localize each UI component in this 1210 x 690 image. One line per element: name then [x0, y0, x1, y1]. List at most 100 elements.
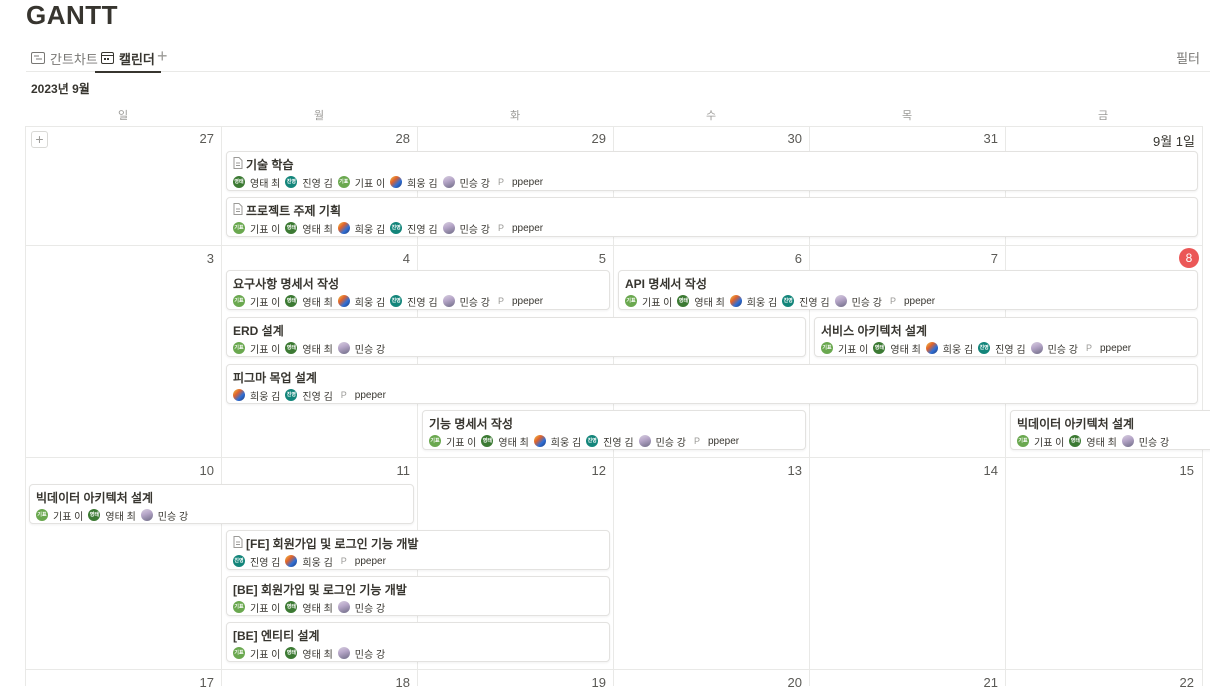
- avatar: [834, 295, 847, 307]
- assignee: Pppeper: [1083, 342, 1131, 354]
- assignee-name: ppeper: [903, 295, 936, 307]
- assignee: 영태 영태 최: [285, 294, 333, 309]
- assignee: 희웅 김: [390, 175, 438, 190]
- timeline-icon: [31, 52, 45, 64]
- assignee-list: 희웅 김 진영 진영 김 Pppeper: [233, 388, 1191, 403]
- day-number: 27: [199, 131, 214, 146]
- event-title-text: 요구사항 명세서 작성: [233, 276, 340, 291]
- event-card[interactable]: API 명세서 작성기표 기표 이 영태 영태 최 희웅 김 진영 진영 김 민승 강 Pppe…: [618, 270, 1198, 310]
- day-number: 10: [199, 463, 214, 478]
- assignee-list: 기표 기표 이 영태 영태 최 희웅 김 진영 진영 김 민승 강 Pppeper: [625, 294, 1191, 309]
- avatar: [140, 509, 153, 521]
- event-card[interactable]: [BE] 엔티티 설계 기표 기표 이 영태 영태 최 민승 강: [226, 622, 610, 662]
- weekday-label: 금: [1097, 110, 1109, 122]
- avatar: 기표: [1017, 435, 1029, 447]
- avatar: [285, 555, 298, 567]
- assignee-name: 민승 강: [1047, 344, 1078, 356]
- calendar-icon: [101, 52, 114, 64]
- assignee: 기표 기표 이: [233, 341, 280, 356]
- event-title-text: 빅데이터 아키텍처 설계: [1017, 416, 1135, 431]
- event-card[interactable]: 서비스 아키텍처 설계 기표 기표 이 영태 영태 최 희웅 김 진영 진영 김 민승 강 Ppp…: [814, 317, 1198, 357]
- assignee-name: 영태 최: [302, 224, 333, 236]
- day-number: 6: [794, 251, 802, 266]
- assignee: 진영 진영 김: [390, 221, 438, 236]
- assignee: 영태 영태 최: [481, 434, 529, 449]
- event-card[interactable]: [BE] 회원가입 및 로그인 기능 개발 기표 기표 이 영태 영태 최 민승 강: [226, 576, 610, 616]
- event-title: API 명세서 작성: [625, 275, 1191, 291]
- assignee-list: 진영 진영 김 희웅 김 Pppeper: [233, 554, 603, 569]
- avatar: 기표: [337, 176, 350, 188]
- assignee: 기표 기표 이: [233, 646, 280, 661]
- assignee: Pppeper: [338, 389, 386, 401]
- assignee-name: 민승 강: [459, 224, 490, 236]
- tab-calendar[interactable]: 캘린더: [95, 47, 161, 73]
- assignee: 희웅 김: [337, 294, 385, 309]
- tab-label: 캘린더: [119, 51, 155, 67]
- event-card[interactable]: 프로젝트 주제 기획 기표 기표 이 영태 영태 최 희웅 김 진영 진영 김 민승 강 Pppe…: [226, 197, 1198, 237]
- today-badge[interactable]: 8: [1179, 248, 1199, 268]
- avatar: 기표: [233, 342, 245, 354]
- event-card[interactable]: 빅데이터 아키텍처 설계 기표 기표 이 영태 영태 최 민승 강: [29, 484, 414, 524]
- assignee: 민승 강: [442, 175, 490, 190]
- assignee-name: ppeper: [354, 555, 386, 567]
- assignee-name: 민승 강: [655, 437, 686, 449]
- assignee: 민승 강: [337, 646, 385, 661]
- event-card[interactable]: 피그마 목업 설계 희웅 김 진영 진영 김 Pppeper: [226, 364, 1198, 404]
- tab-gantt[interactable]: 간트차트: [31, 47, 98, 69]
- event-title-text: [BE] 엔티티 설계: [233, 628, 320, 643]
- avatar: [729, 295, 742, 307]
- event-card[interactable]: 요구사항 명세서 작성 기표 기표 이 영태 영태 최 희웅 김 진영 진영 김 민승 강 Ppp…: [226, 270, 610, 310]
- grid-line: [25, 126, 26, 686]
- day-number: 28: [395, 131, 410, 146]
- assignee: 영태 영태 최: [285, 221, 333, 236]
- weekday-label: 수: [705, 110, 717, 122]
- add-event-button[interactable]: +: [31, 131, 48, 148]
- event-card[interactable]: 빅데이터 아키텍처 설계 기표 기표 이 영태 영태 최 민승 강: [1010, 410, 1210, 450]
- assignee-name: 영태 최: [1086, 437, 1117, 449]
- filter-button[interactable]: 필터: [1176, 48, 1200, 67]
- event-card[interactable]: ERD 설계 기표 기표 이 영태 영태 최 민승 강: [226, 317, 806, 357]
- add-view-button[interactable]: +: [157, 46, 168, 66]
- event-card[interactable]: [FE] 회원가입 및 로그인 기능 개발 진영 진영 김 희웅 김 Pppeper: [226, 530, 610, 570]
- assignee: 진영 진영 김: [586, 434, 634, 449]
- assignee: 민승 강: [638, 434, 686, 449]
- avatar: 기표: [233, 647, 245, 659]
- event-card[interactable]: 기술 학습 영태 영태 최 진영 진영 김 기표 기표 이 희웅 김 민승 강 Pppeper: [226, 151, 1198, 191]
- assignee-list: 기표 기표 이 영태 영태 최 민승 강: [233, 600, 603, 615]
- avatar: P: [340, 390, 347, 400]
- assignee-list: 영태 영태 최 진영 진영 김 기표 기표 이 희웅 김 민승 강 Pppeper: [233, 175, 1191, 190]
- weekday-label: 화: [509, 110, 521, 122]
- event-card[interactable]: 기능 명세서 작성 기표 기표 이 영태 영태 최 희웅 김 진영 진영 김 민승 강 Pppep…: [422, 410, 806, 450]
- assignee-name: 영태 최: [694, 297, 725, 309]
- assignee: 영태 영태 최: [285, 600, 333, 615]
- assignee: 기표 기표 이: [429, 434, 476, 449]
- grid-line: [221, 126, 222, 686]
- day-number: 11: [396, 463, 411, 478]
- avatar: 진영: [285, 176, 298, 188]
- assignee-name: 민승 강: [851, 297, 882, 309]
- event-title-text: 서비스 아키텍처 설계: [821, 323, 928, 338]
- event-title-text: [BE] 회원가입 및 로그인 기능 개발: [233, 582, 407, 597]
- avatar: 진영: [390, 295, 403, 307]
- assignee: 기표 기표 이: [233, 600, 280, 615]
- avatar: 기표: [625, 295, 637, 307]
- avatar: 영태: [285, 222, 298, 234]
- avatar: [442, 176, 455, 188]
- page-title: GANTT: [26, 0, 119, 30]
- assignee-name: 기표 이: [354, 178, 386, 190]
- avatar: 영태: [88, 509, 101, 521]
- day-number: 5: [598, 251, 606, 266]
- event-title-text: API 명세서 작성: [625, 276, 707, 291]
- tab-label: 간트차트: [50, 51, 98, 67]
- avatar: [442, 222, 455, 234]
- assignee-name: 기표 이: [250, 603, 281, 615]
- month-label: 2023년 9월: [31, 82, 90, 96]
- assignee-name: ppeper: [1099, 342, 1132, 354]
- assignee-name: 기표 이: [1034, 437, 1065, 449]
- assignee: Pppeper: [495, 222, 543, 234]
- avatar: 진영: [233, 555, 245, 567]
- assignee: 진영 진영 김: [978, 341, 1026, 356]
- day-number: 18: [395, 675, 410, 690]
- event-title: 기술 학습: [233, 156, 1191, 172]
- assignee: Pppeper: [495, 295, 543, 307]
